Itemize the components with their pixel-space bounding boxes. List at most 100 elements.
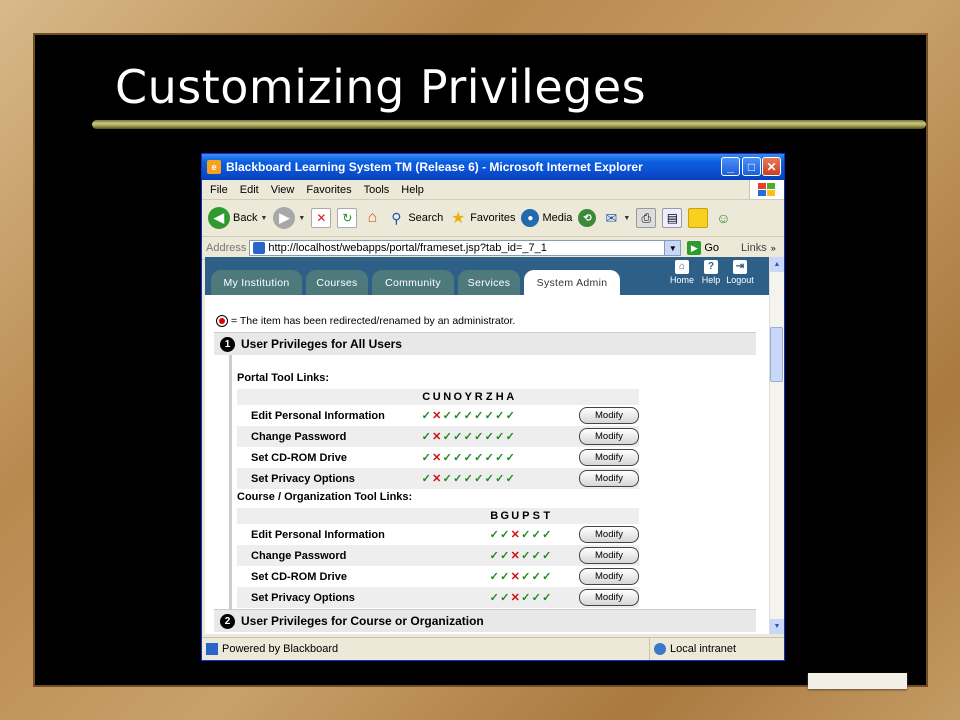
media-button[interactable]: ● Media	[521, 209, 572, 227]
discuss-button[interactable]	[688, 208, 709, 228]
menu-favorites[interactable]: Favorites	[306, 184, 351, 196]
minimize-button[interactable]: _	[721, 157, 740, 176]
forward-dropdown-icon[interactable]: ▼	[298, 215, 305, 222]
check-icon: ✓	[453, 452, 463, 464]
links-toolbar[interactable]: Links	[741, 242, 767, 254]
check-icon: ✓	[500, 529, 510, 541]
modify-button[interactable]: Modify	[579, 449, 639, 466]
column-header-row: CUNOYRZHA	[237, 389, 639, 405]
go-button[interactable]: ▶ Go	[687, 241, 719, 255]
edit-button[interactable]: ▤	[662, 208, 683, 228]
refresh-button[interactable]: ↻	[337, 208, 358, 228]
role-letter: U	[511, 510, 520, 522]
search-icon: ⚲	[391, 209, 402, 226]
privilege-label: Set CD-ROM Drive	[251, 451, 347, 464]
tab-community[interactable]: Community	[372, 270, 454, 295]
modify-button[interactable]: Modify	[579, 568, 639, 585]
scroll-thumb[interactable]	[770, 327, 783, 382]
section-all-users: 1 User Privileges for All Users	[214, 332, 756, 355]
modify-button[interactable]: Modify	[579, 547, 639, 564]
tab-courses[interactable]: Courses	[306, 270, 368, 295]
menu-file[interactable]: File	[210, 184, 228, 196]
check-icon: ✓	[495, 452, 505, 464]
check-icon: ✓	[484, 410, 494, 422]
home-icon: ⌂	[675, 260, 689, 274]
maximize-button[interactable]: □	[742, 157, 761, 176]
back-arrow-icon: ◀	[208, 207, 230, 229]
role-letter: A	[506, 391, 515, 403]
privilege-label: Set Privacy Options	[237, 587, 489, 608]
check-icon: ✓	[531, 550, 541, 562]
discuss-note-icon	[688, 208, 709, 228]
column-header-row: BGUPST	[237, 508, 639, 524]
role-letter: Y	[464, 391, 472, 403]
close-button[interactable]: ✕	[762, 157, 781, 176]
check-icon: ✓	[421, 473, 431, 485]
modify-button[interactable]: Modify	[579, 428, 639, 445]
check-icon: ✓	[489, 529, 499, 541]
scroll-up-icon[interactable]: ▲	[770, 257, 784, 272]
step-2-icon: 2	[220, 613, 235, 629]
mail-dropdown-icon[interactable]: ▼	[623, 215, 630, 222]
role-letter: S	[532, 510, 540, 522]
cross-icon: ✕	[510, 529, 520, 541]
messenger-button[interactable]: ☺	[714, 209, 732, 227]
address-label: Address	[206, 242, 247, 254]
favorites-button[interactable]: ★ Favorites	[449, 209, 515, 227]
status-bar: Powered by Blackboard Local intranet	[202, 637, 784, 660]
privilege-marks: ✓✕✓✓✓✓✓✓✓	[421, 426, 575, 447]
address-input[interactable]: http://localhost/webapps/portal/frameset…	[249, 240, 682, 256]
mail-icon: ✉	[605, 209, 618, 226]
menu-edit[interactable]: Edit	[240, 184, 259, 196]
window-title: Blackboard Learning System TM (Release 6…	[226, 160, 643, 174]
window-titlebar[interactable]: e Blackboard Learning System TM (Release…	[202, 154, 784, 180]
check-icon: ✓	[521, 592, 531, 604]
check-icon: ✓	[489, 550, 499, 562]
modify-button[interactable]: Modify	[579, 470, 639, 487]
address-dropdown-icon[interactable]: ▼	[664, 241, 681, 255]
logout-link[interactable]: ⇥ Logout	[723, 260, 757, 285]
mail-button[interactable]: ✉ ▼	[602, 209, 631, 227]
chalk-underline	[92, 120, 926, 129]
privilege-row: Edit Personal Information ✓✕✓✓✓✓✓✓✓ Modify	[237, 405, 639, 426]
check-icon: ✓	[474, 431, 484, 443]
blackboard-nav: My Institution Courses Community Service…	[205, 257, 769, 295]
section-indent-rule	[229, 355, 232, 609]
home-button[interactable]: ⌂	[363, 209, 381, 227]
tab-system-admin[interactable]: System Admin	[524, 270, 620, 295]
modify-cell: Modify	[575, 468, 639, 489]
modify-button[interactable]: Modify	[579, 526, 639, 543]
slide-title: Customizing Privileges	[115, 60, 647, 114]
privilege-label: Edit Personal Information	[251, 409, 385, 422]
check-icon: ✓	[531, 592, 541, 604]
print-button[interactable]: ⎙	[636, 208, 657, 228]
privilege-label: Edit Personal Information	[251, 528, 385, 541]
check-icon: ✓	[489, 592, 499, 604]
vertical-scrollbar[interactable]: ▲ ▼	[769, 257, 784, 634]
media-globe-icon: ●	[521, 209, 540, 227]
back-button[interactable]: ◀ Back ▼	[208, 207, 267, 229]
forward-button[interactable]: ▶ ▼	[273, 207, 305, 229]
cross-icon: ✕	[432, 410, 442, 422]
search-button[interactable]: ⚲ Search	[387, 209, 443, 227]
modify-button[interactable]: Modify	[579, 407, 639, 424]
history-button[interactable]: ⟲	[578, 209, 597, 227]
menu-help[interactable]: Help	[401, 184, 424, 196]
menu-tools[interactable]: Tools	[364, 184, 390, 196]
back-dropdown-icon[interactable]: ▼	[260, 215, 267, 222]
tab-services[interactable]: Services	[458, 270, 520, 295]
check-icon: ✓	[421, 452, 431, 464]
security-zone: Local intranet	[649, 638, 736, 660]
address-url: http://localhost/webapps/portal/frameset…	[268, 242, 547, 254]
check-icon: ✓	[531, 571, 541, 583]
tab-my-institution[interactable]: My Institution	[211, 270, 302, 295]
redirect-marker-icon	[216, 315, 228, 327]
privilege-marks: ✓✓✕✓✓✓	[489, 566, 575, 587]
chevron-right-icon[interactable]: »	[771, 243, 776, 253]
scroll-down-icon[interactable]: ▼	[770, 619, 784, 634]
menu-view[interactable]: View	[271, 184, 295, 196]
privilege-label: Change Password	[237, 545, 489, 566]
modify-button[interactable]: Modify	[579, 589, 639, 606]
stop-button[interactable]: ✕	[311, 208, 332, 228]
check-icon: ✓	[495, 431, 505, 443]
